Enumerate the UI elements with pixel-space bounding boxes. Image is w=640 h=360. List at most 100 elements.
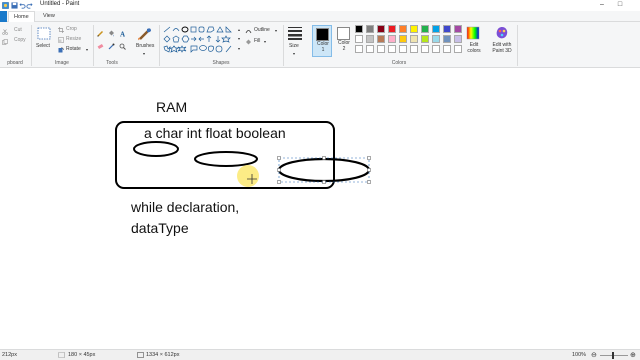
palette-swatch[interactable]	[454, 45, 462, 53]
copy-icon	[2, 39, 8, 45]
edit-with-paint-3d-label-2[interactable]: Paint 3D	[492, 48, 511, 54]
fill-bucket-icon[interactable]	[108, 30, 115, 37]
text-icon[interactable]: A	[119, 30, 126, 38]
cursor-highlight	[237, 165, 259, 187]
copy-button[interactable]: Copy	[14, 37, 26, 44]
cut-button[interactable]: Cut	[14, 27, 22, 34]
zoom-slider-thumb[interactable]	[612, 352, 614, 359]
palette-swatch[interactable]	[355, 45, 363, 53]
selection-size: 180 × 45px	[68, 352, 96, 358]
palette-swatch[interactable]	[421, 35, 429, 43]
palette-swatch[interactable]	[388, 45, 396, 53]
selection-handles[interactable]	[277, 156, 371, 184]
rotate-icon	[58, 47, 64, 53]
palette-swatch[interactable]	[421, 45, 429, 53]
shapes-gallery[interactable]	[163, 26, 237, 56]
select-icon[interactable]	[37, 27, 51, 40]
ellipse-shape-1	[133, 141, 179, 157]
color-picker-icon[interactable]	[108, 43, 115, 50]
fill-button[interactable]: Fill	[254, 38, 260, 45]
maximize-button[interactable]: □	[614, 0, 626, 10]
outline-dropdown-icon[interactable]: ▾	[275, 27, 277, 34]
palette-swatch[interactable]	[432, 45, 440, 53]
pencil-icon[interactable]	[97, 30, 104, 37]
palette-swatch[interactable]	[366, 45, 374, 53]
resize-button[interactable]: Resize	[66, 36, 81, 43]
palette-swatch[interactable]	[377, 25, 385, 33]
palette-swatch[interactable]	[388, 25, 396, 33]
color-2-button[interactable]: Color 2	[334, 25, 354, 57]
zoom-slider[interactable]	[600, 355, 628, 356]
canvas-text-line-2: dataType	[131, 220, 189, 236]
shapes-scroll-up-icon[interactable]: ▴	[238, 26, 240, 33]
size-button[interactable]: Size	[289, 43, 299, 50]
redo-icon[interactable]	[26, 2, 33, 9]
palette-swatch[interactable]	[399, 25, 407, 33]
crop-button[interactable]: Crop	[66, 26, 77, 33]
color-palette	[355, 25, 465, 57]
select-button[interactable]: Select	[36, 43, 50, 50]
paint-app-icon	[2, 2, 9, 9]
outline-button[interactable]: Outline	[254, 27, 270, 34]
palette-swatch[interactable]	[421, 25, 429, 33]
size-icon[interactable]	[287, 26, 303, 40]
palette-swatch[interactable]	[366, 25, 374, 33]
palette-swatch[interactable]	[410, 45, 418, 53]
status-bar: 212px 180 × 45px 1334 × 612px 100% ⊖ ⊕	[0, 349, 640, 360]
minimize-button[interactable]: –	[596, 0, 608, 10]
palette-swatch[interactable]	[432, 35, 440, 43]
rotate-dropdown-icon[interactable]: ▾	[86, 46, 88, 53]
palette-swatch[interactable]	[443, 25, 451, 33]
clipboard-group-label: pboard	[7, 60, 23, 66]
rotate-button[interactable]: Rotate	[66, 46, 81, 53]
crop-icon	[58, 27, 64, 33]
palette-swatch[interactable]	[377, 45, 385, 53]
palette-swatch[interactable]	[443, 35, 451, 43]
ellipse-shape-2	[194, 151, 258, 167]
zoom-level: 100%	[572, 352, 587, 358]
size-dropdown-icon[interactable]: ▾	[293, 50, 295, 57]
palette-swatch[interactable]	[410, 35, 418, 43]
color-1-swatch	[316, 28, 329, 41]
palette-swatch[interactable]	[410, 25, 418, 33]
resize-icon	[58, 37, 64, 43]
paint-3d-icon[interactable]	[495, 26, 509, 40]
fill-dropdown-icon[interactable]: ▾	[264, 38, 266, 45]
zoom-in-button[interactable]: ⊕	[630, 351, 636, 359]
shapes-group-label: Shapes	[212, 60, 230, 66]
shapes-scroll-down-icon[interactable]: ▾	[238, 35, 240, 42]
palette-swatch[interactable]	[454, 25, 462, 33]
palette-swatch[interactable]	[399, 45, 407, 53]
magnifier-icon[interactable]	[119, 43, 126, 50]
color-2-swatch	[337, 27, 350, 40]
color-2-number: 2	[342, 45, 346, 52]
eraser-icon[interactable]	[97, 43, 104, 50]
palette-swatch[interactable]	[366, 35, 374, 43]
save-icon[interactable]	[11, 2, 18, 9]
palette-swatch[interactable]	[388, 35, 396, 43]
edit-colors-label-2[interactable]: colors	[467, 48, 480, 54]
palette-swatch[interactable]	[355, 25, 363, 33]
palette-swatch[interactable]	[454, 35, 462, 43]
ellipse-shape-3	[277, 157, 371, 183]
shapes-more-icon[interactable]: ▾	[238, 45, 240, 52]
brushes-dropdown-icon[interactable]: ▾	[143, 50, 145, 57]
palette-swatch[interactable]	[355, 35, 363, 43]
tab-view[interactable]: View	[38, 11, 60, 22]
palette-swatch[interactable]	[432, 25, 440, 33]
brushes-icon[interactable]	[137, 26, 153, 42]
color-1-number: 1	[321, 46, 325, 53]
zoom-out-button[interactable]: ⊖	[591, 351, 597, 359]
color-1-button[interactable]: Color 1	[312, 25, 332, 57]
edit-colors-icon[interactable]	[466, 26, 480, 40]
undo-icon[interactable]	[19, 2, 26, 9]
palette-swatch[interactable]	[377, 35, 385, 43]
brushes-button[interactable]: Brushes	[136, 43, 154, 50]
drawing-canvas[interactable]: RAM a char int float boolean while decla…	[0, 69, 640, 349]
image-size: 1334 × 612px	[146, 352, 180, 358]
outline-icon	[245, 30, 252, 34]
ribbon: Cut Copy pboard Select Crop Resize Rotat…	[0, 22, 640, 68]
palette-swatch[interactable]	[443, 45, 451, 53]
palette-swatch[interactable]	[399, 35, 407, 43]
file-tab[interactable]	[0, 11, 7, 22]
